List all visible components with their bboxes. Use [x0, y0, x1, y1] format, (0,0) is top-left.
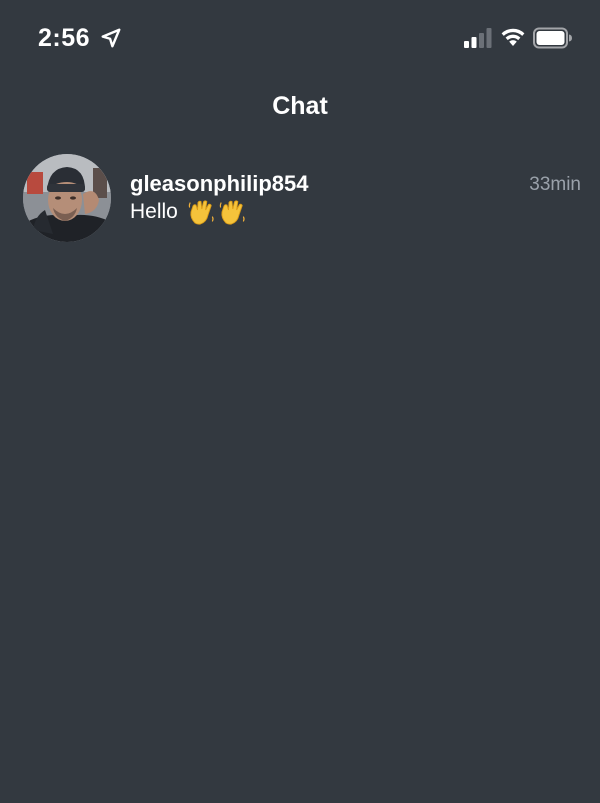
- battery-icon: [533, 27, 572, 49]
- status-bar: 2:56: [0, 0, 600, 78]
- wifi-icon: [501, 28, 525, 46]
- waving-hand-icon: [219, 200, 245, 225]
- chat-message-text: Hello: [130, 200, 178, 223]
- location-arrow-icon: [101, 28, 121, 48]
- status-time: 2:56: [38, 24, 91, 52]
- emoji-group: [187, 198, 246, 226]
- avatar-photo: [23, 154, 111, 242]
- chat-screen: 2:56 Chat gleasonphilip854 33min Hello: [0, 0, 600, 803]
- chat-message-preview: Hello: [130, 198, 246, 226]
- chat-timestamp: 33min: [529, 174, 581, 195]
- page-title: Chat: [272, 92, 328, 120]
- chat-username: gleasonphilip854: [130, 171, 309, 196]
- waving-hand-icon: [188, 200, 214, 225]
- chat-list-item[interactable]: gleasonphilip854 33min Hello: [0, 150, 600, 246]
- cellular-signal-icon: [464, 28, 492, 48]
- avatar[interactable]: [23, 154, 111, 242]
